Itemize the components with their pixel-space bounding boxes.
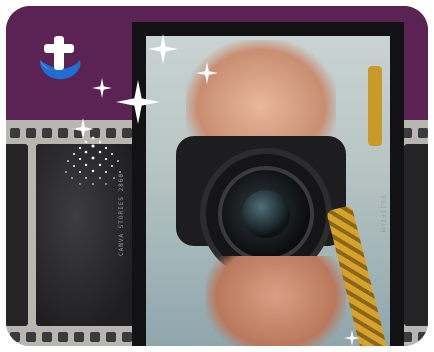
film-frame xyxy=(404,144,428,326)
sparkle-icon xyxy=(148,34,178,64)
camera-strap xyxy=(368,66,382,146)
sparkle-icon xyxy=(116,80,160,124)
lens-glass xyxy=(242,190,290,238)
film-edge-text-right: FUJIFILM xyxy=(379,196,386,233)
sparkle-icon xyxy=(92,78,112,98)
film-frame xyxy=(6,144,28,326)
film-perforations-bottom xyxy=(6,330,136,344)
camera-photo xyxy=(146,36,390,346)
sparkle-icon xyxy=(196,62,218,84)
sparkle-icon xyxy=(344,330,360,346)
photo-thumbnail-card[interactable]: CANVA STORIES 2860 FUJIFILM xyxy=(6,6,428,346)
photographer-hand xyxy=(206,256,346,346)
starburst-dots-icon xyxy=(65,136,121,185)
cross-hand-logo-icon xyxy=(40,36,81,80)
photographer-hand xyxy=(186,40,336,150)
